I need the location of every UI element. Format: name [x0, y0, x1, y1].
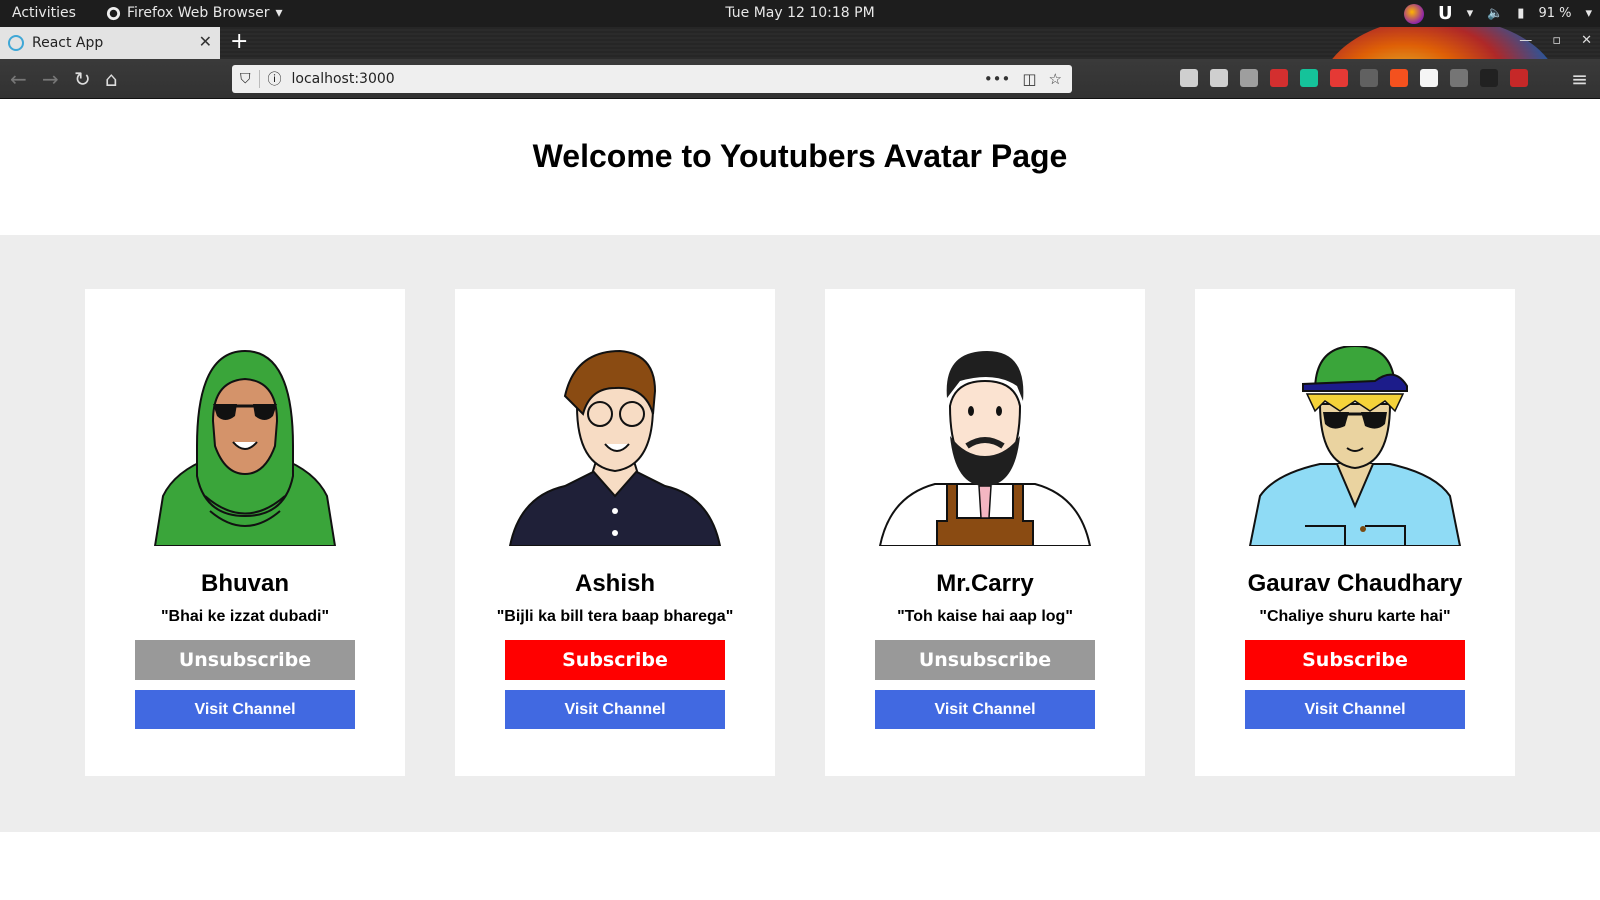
hijab-avatar-icon: [153, 349, 337, 546]
unsubscribe-button[interactable]: Unsubscribe: [875, 640, 1095, 680]
activities-button[interactable]: Activities: [12, 5, 76, 21]
chevron-down-icon: ▾: [275, 5, 283, 21]
pocket-icon[interactable]: ◫: [1022, 70, 1036, 88]
app-menu[interactable]: Firefox Web Browser ▾: [106, 5, 283, 21]
shield-icon[interactable]: ⛉: [240, 71, 251, 87]
forward-icon[interactable]: →: [42, 67, 59, 91]
card-name: Bhuvan: [200, 570, 289, 597]
battery-icon[interactable]: ▮: [1517, 6, 1524, 21]
avatar-card-ashish: Ashish "Bijli ka bill tera baap bharega"…: [455, 289, 775, 776]
clock[interactable]: Tue May 12 10:18 PM: [725, 5, 874, 21]
grammarly-icon[interactable]: [1300, 69, 1318, 87]
beard-avatar-icon: [878, 351, 1092, 546]
avatar-card-mr-carry: Mr.Carry "Toh kaise hai aap log" Unsubsc…: [825, 289, 1145, 776]
minimize-icon[interactable]: —: [1519, 33, 1532, 48]
app-menu-label: Firefox Web Browser: [127, 5, 270, 21]
reader-icon[interactable]: [1210, 69, 1228, 87]
ext-circle-icon[interactable]: [1510, 69, 1528, 87]
adblock-icon[interactable]: [1270, 69, 1288, 87]
tab-strip: React App ✕ + — ▫ ✕: [0, 27, 1600, 59]
user-avatar-icon[interactable]: [1403, 3, 1424, 24]
url-bar[interactable]: ⛉ ⓘ localhost:3000 ••• ◫ ☆: [232, 65, 1072, 93]
bookmark-star-icon[interactable]: ☆: [1049, 70, 1062, 88]
cap-avatar-icon: [1248, 346, 1462, 546]
url-separator: [258, 70, 260, 88]
avatar-card-gaurav: Gaurav Chaudhary "Chaliye shuru karte ha…: [1195, 289, 1515, 776]
library-icon[interactable]: [1180, 69, 1198, 87]
volume-icon[interactable]: 🔈: [1487, 6, 1503, 21]
ext-white-icon[interactable]: [1420, 69, 1438, 87]
close-tab-icon[interactable]: ✕: [199, 32, 212, 51]
home-icon[interactable]: ⌂: [105, 67, 118, 91]
card-quote: "Bijli ka bill tera baap bharega": [496, 608, 734, 625]
tab-title: React App: [32, 35, 104, 51]
card-name: Ashish: [574, 570, 655, 597]
navigation-bar: ← → ↻ ⌂ ⛉ ⓘ localhost:3000 ••• ◫ ☆ ≡: [0, 59, 1600, 99]
close-window-icon[interactable]: ✕: [1581, 33, 1592, 48]
system-tray[interactable]: U ▾ 🔈 ▮ 91 % ▾: [1403, 3, 1592, 24]
info-icon[interactable]: ⓘ: [268, 69, 282, 89]
ext-gray-icon[interactable]: [1450, 69, 1468, 87]
card-quote: "Toh kaise hai aap log": [897, 608, 1073, 625]
chevron-down-icon[interactable]: ▾: [1585, 6, 1592, 21]
subscribe-button[interactable]: Subscribe: [505, 640, 725, 680]
visit-channel-button[interactable]: Visit Channel: [505, 690, 725, 729]
ext-red-icon[interactable]: [1330, 69, 1348, 87]
ext-gnome-icon[interactable]: [1240, 69, 1258, 87]
visit-channel-button[interactable]: Visit Channel: [875, 690, 1095, 729]
tab-react-app[interactable]: React App ✕: [0, 27, 220, 59]
glasses-avatar-icon: [508, 349, 722, 546]
avatar-card-bhuvan: Bhuvan "Bhai ke izzat dubadi" Unsubscrib…: [85, 289, 405, 776]
card-name: Gaurav Chaudhary: [1247, 570, 1463, 597]
firefox-icon: [106, 6, 121, 20]
reload-icon[interactable]: ↻: [74, 67, 91, 91]
visit-channel-button[interactable]: Visit Channel: [1245, 690, 1465, 729]
menu-icon[interactable]: ≡: [1571, 67, 1588, 91]
visit-channel-button[interactable]: Visit Channel: [135, 690, 355, 729]
url-text[interactable]: localhost:3000: [292, 71, 984, 87]
maximize-icon[interactable]: ▫: [1552, 33, 1561, 48]
wifi-icon[interactable]: ▾: [1467, 6, 1474, 21]
card-name: Mr.Carry: [936, 570, 1034, 597]
new-tab-icon[interactable]: +: [230, 29, 248, 54]
system-top-bar: Activities Firefox Web Browser ▾ Tue May…: [0, 0, 1600, 27]
card-quote: "Chaliye shuru karte hai": [1259, 608, 1451, 625]
ext-red2-icon[interactable]: [1390, 69, 1408, 87]
page-title: Welcome to Youtubers Avatar Page: [532, 138, 1068, 174]
back-icon[interactable]: ←: [10, 67, 27, 91]
unsubscribe-button[interactable]: Unsubscribe: [135, 640, 355, 680]
window-controls: — ▫ ✕: [1519, 33, 1592, 48]
card-quote: "Bhai ke izzat dubadi": [160, 608, 330, 625]
subscribe-button[interactable]: Subscribe: [1245, 640, 1465, 680]
battery-level: 91 %: [1538, 6, 1572, 21]
ext-paw-icon[interactable]: [1480, 69, 1498, 87]
page-actions-icon[interactable]: •••: [984, 70, 1011, 88]
page-content: Welcome to Youtubers Avatar Page Bhuvan …: [0, 100, 1600, 900]
extension-toolbar: [1180, 69, 1528, 87]
react-favicon-icon: [8, 35, 24, 51]
ext-dark-icon[interactable]: [1360, 69, 1378, 87]
cards-section: Bhuvan "Bhai ke izzat dubadi" Unsubscrib…: [0, 235, 1600, 832]
extension-u-icon[interactable]: U: [1438, 3, 1453, 24]
